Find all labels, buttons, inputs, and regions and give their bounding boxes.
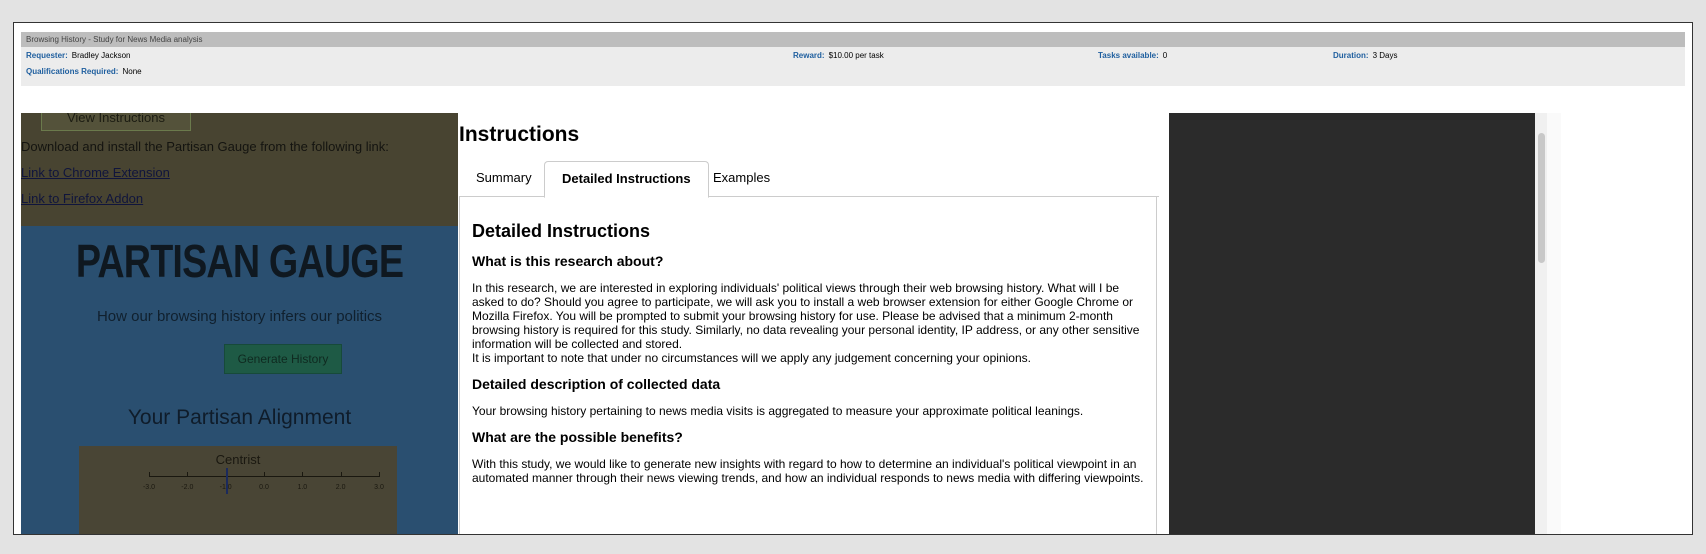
task-right-panel: [1169, 113, 1535, 534]
section-heading-research: What is this research about?: [472, 253, 664, 269]
meter-needle: [225, 468, 228, 494]
meter-tick-label: 3.0: [374, 484, 384, 491]
generate-history-button[interactable]: Generate History: [224, 344, 342, 374]
panel-title: Detailed Instructions: [472, 221, 651, 241]
section-text-research: In this research, we are interested in e…: [472, 281, 1140, 351]
reward-info: Reward: $10.00 per task: [793, 51, 884, 60]
meter-tick-label: 2.0: [335, 484, 346, 491]
requester-info: Requester: Bradley Jackson: [26, 51, 131, 60]
requester-label: Requester:: [26, 51, 68, 60]
meter-tick: [379, 472, 380, 477]
tasks-label: Tasks available:: [1098, 51, 1159, 60]
reward-value: $10.00 per task: [828, 51, 884, 60]
meter-tick: [187, 472, 189, 477]
meter-tick: [302, 472, 304, 477]
meter-tick-label: 1.0: [297, 484, 308, 491]
section-text-judgement: It is important to note that under no ci…: [472, 351, 1031, 365]
duration-value: 3 Days: [1372, 51, 1398, 60]
download-instructions-text: Download and install the Partisan Gauge …: [21, 139, 389, 154]
tab-summary[interactable]: Summary: [459, 161, 549, 197]
reward-label: Reward:: [793, 51, 825, 60]
hit-header: Browsing History - Study for News Media …: [21, 32, 1685, 86]
requester-value[interactable]: Bradley Jackson: [72, 51, 131, 60]
outer-scrollbar[interactable]: [1547, 113, 1561, 534]
alignment-meter: Centrist -3.0-2.0-1.00.01.02.03.0: [79, 446, 397, 534]
chrome-extension-link[interactable]: Link to Chrome Extension: [21, 165, 170, 180]
meter-tick-label: 0.0: [259, 484, 269, 491]
meter-tick: [149, 472, 150, 477]
meter-tick: [264, 472, 265, 477]
meter-tick-label: -2.0: [181, 484, 194, 491]
view-instructions-button[interactable]: View Instructions: [41, 113, 191, 131]
tab-detailed-instructions[interactable]: Detailed Instructions: [544, 161, 709, 198]
hit-title: Browsing History - Study for News Media …: [21, 32, 1685, 47]
gauge-subtitle: How our browsing history infers our poli…: [96, 308, 383, 325]
alignment-title: Your Partisan Alignment: [127, 406, 352, 429]
qualifications-value: None: [122, 67, 142, 76]
instructions-heading: Instructions: [459, 123, 580, 146]
duration-info: Duration: 3 Days: [1333, 51, 1397, 60]
qualifications-info: Qualifications Required: None: [26, 67, 142, 76]
tasks-value: 0: [1162, 51, 1168, 60]
instructions-tabs: Summary Detailed Instructions Examples: [459, 161, 1159, 198]
gauge-title: PARTISAN GAUGE: [75, 235, 404, 287]
scrollbar-thumb[interactable]: [1538, 133, 1545, 263]
section-text-data: Your browsing history pertaining to news…: [472, 404, 1084, 418]
tasks-info: Tasks available: 0: [1098, 51, 1167, 60]
meter-label: Centrist: [215, 452, 261, 467]
qualifications-label: Qualifications Required:: [26, 67, 119, 76]
detailed-instructions-content: Detailed Instructions What is this resea…: [459, 197, 1157, 534]
section-heading-benefits: What are the possible benefits?: [472, 429, 683, 445]
section-heading-data: Detailed description of collected data: [472, 376, 721, 392]
partisan-gauge-preview: PARTISAN GAUGE How our browsing history …: [21, 226, 458, 534]
meter-tick: [340, 472, 342, 477]
meter-tick-label: -3.0: [142, 484, 156, 491]
hit-frame: Browsing History - Study for News Media …: [13, 22, 1693, 535]
firefox-addon-link[interactable]: Link to Firefox Addon: [21, 191, 143, 206]
task-left-panel: View Instructions Download and install t…: [21, 113, 458, 534]
instructions-panel: Instructions Summary Detailed Instructio…: [459, 113, 1169, 534]
section-text-benefits: With this study, we would like to genera…: [472, 457, 1144, 485]
tab-examples[interactable]: Examples: [696, 161, 787, 197]
duration-label: Duration:: [1333, 51, 1369, 60]
